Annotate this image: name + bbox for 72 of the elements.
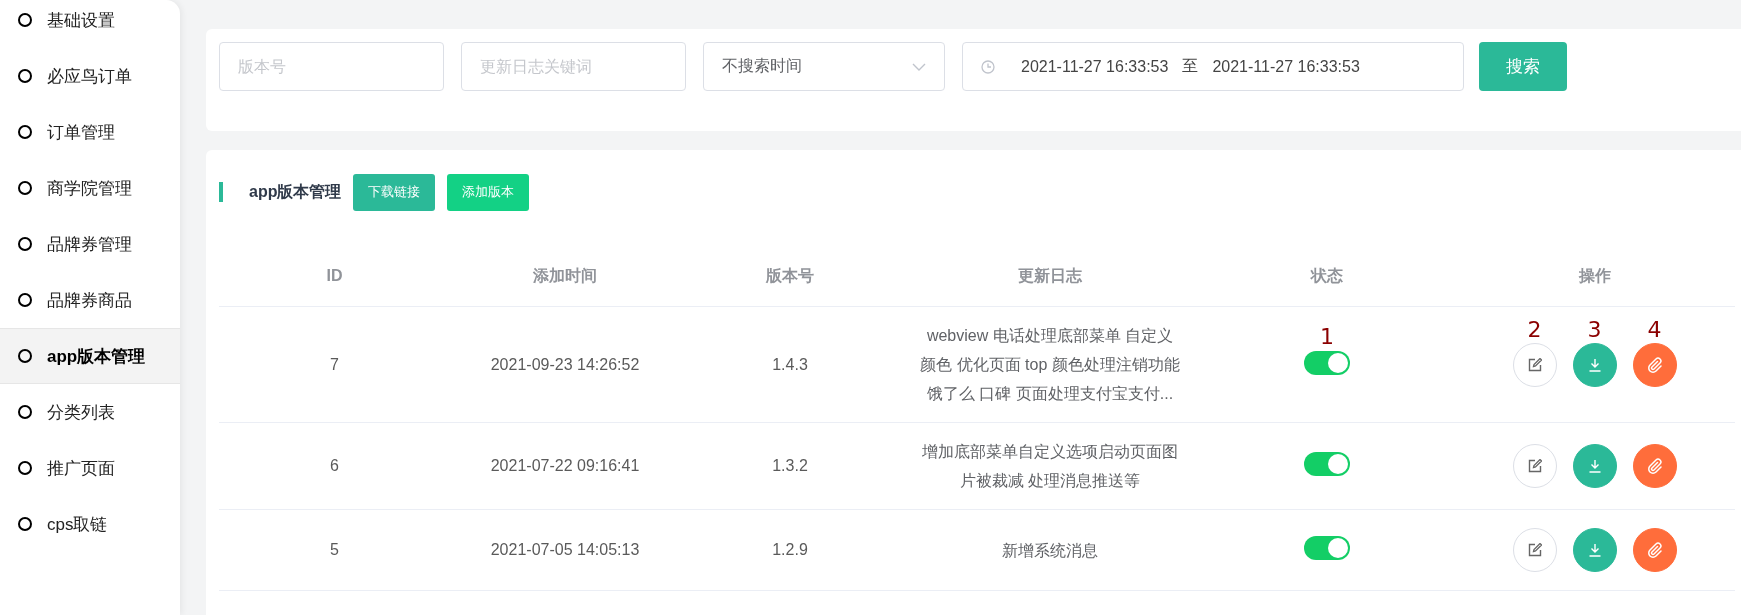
download-icon <box>1587 459 1602 473</box>
column-header: 状态 <box>1309 265 1344 286</box>
edit-icon <box>1527 357 1542 372</box>
circle-icon <box>18 517 32 531</box>
circle-icon <box>18 13 32 27</box>
download-button[interactable] <box>1572 528 1617 572</box>
column-header: ID <box>325 267 344 285</box>
attach-button[interactable] <box>1632 444 1677 488</box>
column-header: 添加时间 <box>532 265 598 286</box>
annotation-number: 3 <box>1587 316 1602 342</box>
clock-icon <box>981 59 995 74</box>
sidebar-item[interactable]: 订单管理 <box>0 104 180 160</box>
sidebar-item[interactable]: 必应鸟订单 <box>0 48 180 104</box>
annotation-number: 4 <box>1647 316 1662 342</box>
sidebar-item[interactable]: cps取链 <box>0 496 180 552</box>
table-cell-text: webview 电话处理底部菜单 自定义颜色 优化页面 top 颜色处理注销功能饿了么 口碑 页面处理支付宝支付... <box>919 326 1181 404</box>
keyword-field[interactable]: 更新日志关键词 <box>461 42 686 91</box>
version-field[interactable]: 版本号 <box>219 42 444 91</box>
circle-icon <box>18 405 32 419</box>
edit-button[interactable] <box>1512 528 1557 572</box>
sidebar-item[interactable]: 品牌券商品 <box>0 272 180 328</box>
download-icon <box>1587 357 1602 372</box>
table-cell-text: 7 <box>329 355 340 374</box>
annotation-number: 2 <box>1527 316 1542 342</box>
edit-button[interactable] <box>1512 444 1557 488</box>
circle-icon <box>18 293 32 307</box>
sidebar-item[interactable]: 分类列表 <box>0 384 180 440</box>
column-header: 版本号 <box>765 265 815 286</box>
date-range-field[interactable]: 2021-11-27 16:33:53 至 2021-11-27 16:33:53 <box>962 42 1464 91</box>
table-cell-text: 增加底部菜单自定义选项启动页面图片被裁减 处理消息推送等 <box>921 442 1179 491</box>
circle-icon <box>18 125 32 139</box>
edit-icon <box>1527 543 1542 557</box>
column-header: 更新日志 <box>1017 265 1083 286</box>
download-button[interactable] <box>1572 444 1617 488</box>
circle-icon <box>18 349 32 363</box>
table-cell-text: 2021-09-23 14:26:52 <box>489 355 641 374</box>
dropdown-value: 不搜索时间 <box>722 56 802 76</box>
circle-icon <box>18 461 32 475</box>
paperclip-icon <box>1646 458 1663 474</box>
table-cell-text: 1.2.9 <box>771 541 809 559</box>
title-accent-bar <box>219 182 223 202</box>
sidebar-item[interactable]: 推广页面 <box>0 440 180 496</box>
paperclip-icon <box>1646 356 1663 373</box>
status-toggle[interactable] <box>1304 452 1350 476</box>
status-toggle[interactable] <box>1304 350 1350 375</box>
paperclip-icon <box>1646 542 1663 558</box>
sidebar-item[interactable]: 商学院管理 <box>0 160 180 216</box>
sidebar-item[interactable]: 品牌券管理 <box>0 216 180 272</box>
table-cell-text: 1.4.3 <box>771 355 809 374</box>
column-header: 操作 <box>1577 265 1612 286</box>
edit-icon <box>1527 459 1542 473</box>
panel-title: app版本管理 <box>249 181 342 202</box>
table-cell-text: 2021-07-05 14:05:13 <box>489 541 641 559</box>
download-icon <box>1587 543 1602 557</box>
table-cell-text: 新增系统消息 <box>1001 540 1099 561</box>
annotation-number: 1 <box>1320 323 1334 349</box>
circle-icon <box>18 237 32 251</box>
table-cell-text: 5 <box>329 541 340 559</box>
table-cell-text: 2021-07-22 09:16:41 <box>489 457 641 475</box>
sidebar-item[interactable]: 基础设置 <box>0 0 180 48</box>
circle-icon <box>18 69 32 83</box>
chevron-down-icon <box>912 62 926 71</box>
range-separator: 至 <box>1182 56 1199 76</box>
sidebar-item[interactable]: app版本管理 <box>0 328 180 384</box>
circle-icon <box>18 181 32 195</box>
attach-button[interactable] <box>1632 528 1677 572</box>
table-cell-text: 1.3.2 <box>771 457 809 475</box>
range-start: 2021-11-27 16:33:53 <box>1021 57 1169 76</box>
table-cell-text: 6 <box>329 457 340 475</box>
status-toggle[interactable] <box>1304 536 1350 560</box>
time-mode-dropdown[interactable]: 不搜索时间 <box>703 42 945 91</box>
range-end: 2021-11-27 16:33:53 <box>1212 57 1360 76</box>
